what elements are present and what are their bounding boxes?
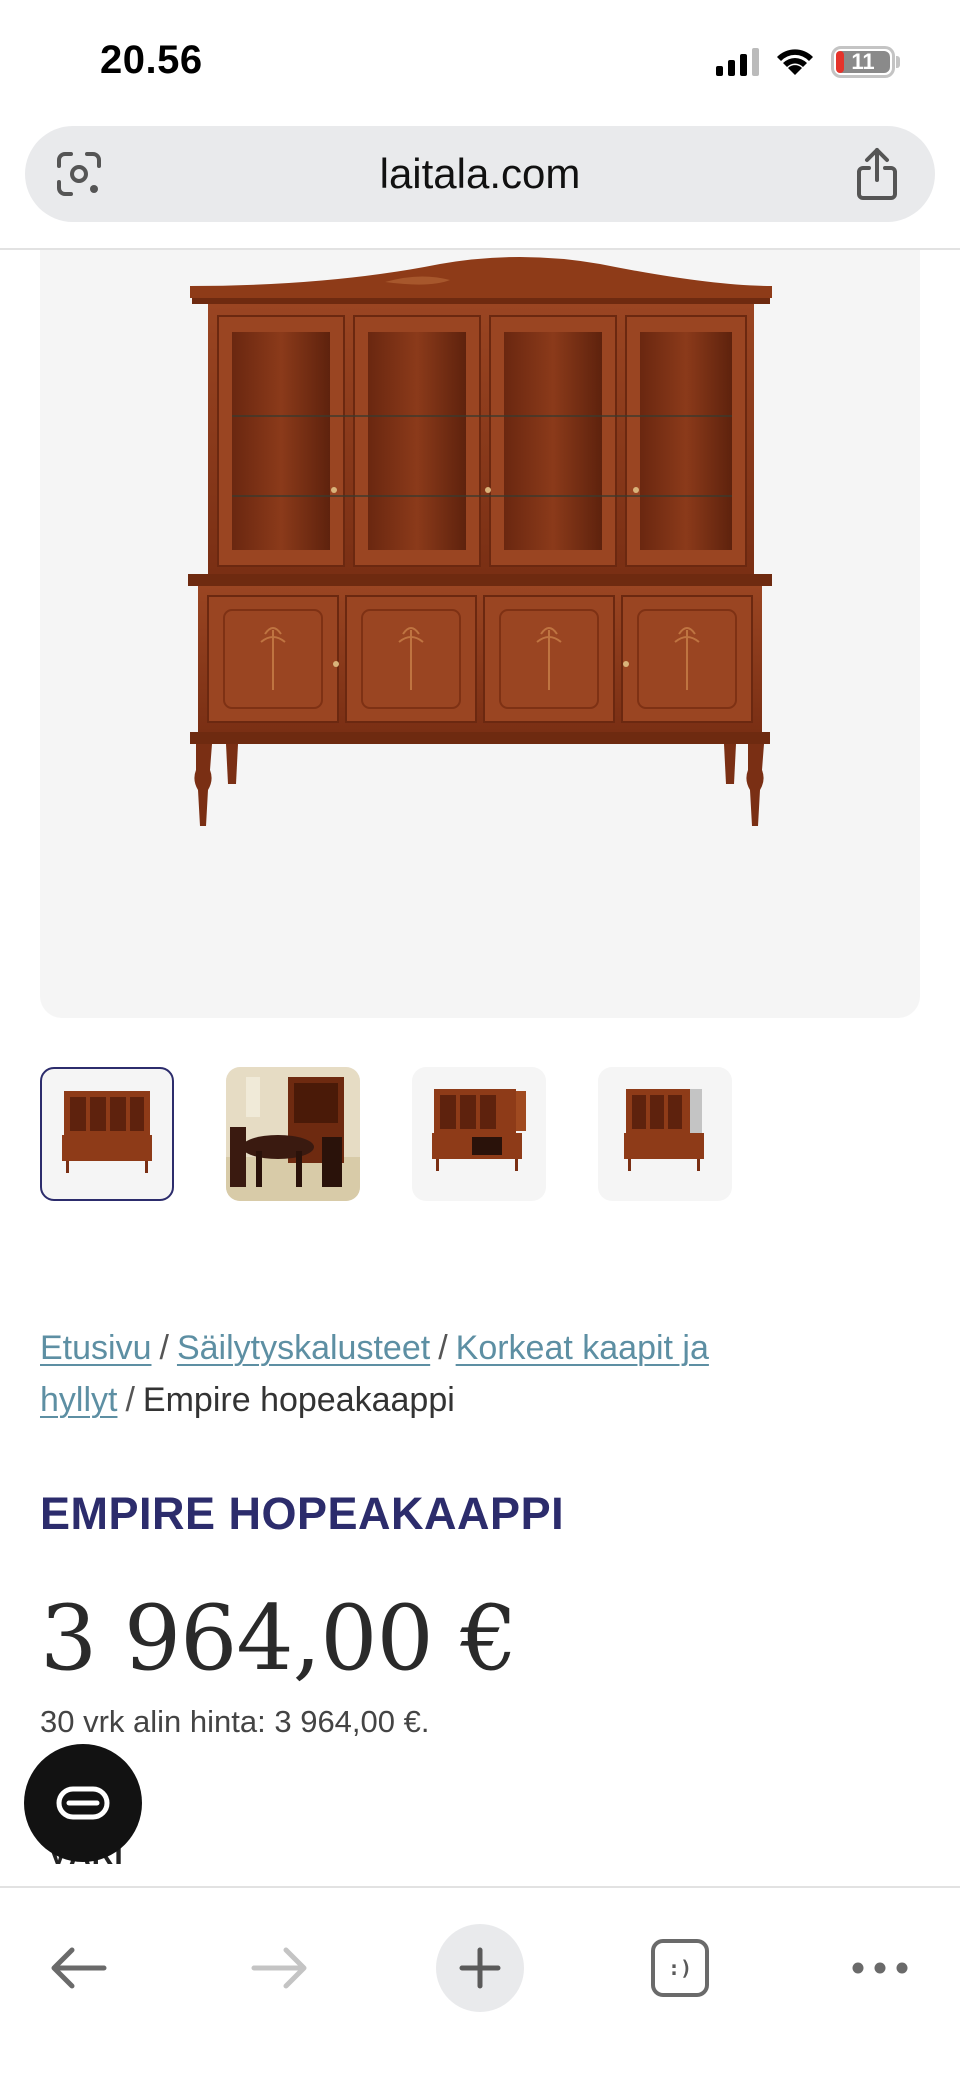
product-title: EMPIRE HOPEAKAAPPI <box>40 1488 565 1539</box>
product-main-image[interactable] <box>40 250 920 1018</box>
thumbnail-cabinet-open-doors[interactable] <box>412 1067 546 1201</box>
breadcrumb-separator: / <box>159 1329 169 1367</box>
browser-toolbar: :) <box>0 1886 960 2078</box>
tabs-icon: :) <box>651 1939 709 1997</box>
tab-glyph: :) <box>667 1956 693 1980</box>
lowest-price-note: 30 vrk alin hinta: 3 964,00 €. <box>40 1704 430 1739</box>
more-button[interactable] <box>836 1924 924 2012</box>
new-tab-plus-icon <box>459 1947 501 1989</box>
new-tab-button[interactable] <box>436 1924 524 2012</box>
thumbnail-cabinet-front[interactable] <box>40 1067 174 1201</box>
tabs-button[interactable]: :) <box>636 1924 724 2012</box>
breadcrumb-link-storage[interactable]: Säilytyskalusteet <box>177 1329 430 1367</box>
product-price: 3 964,00 € <box>40 1586 518 1691</box>
breadcrumb-current: Empire hopeakaappi <box>142 1381 455 1419</box>
cellular-signal-icon <box>716 48 759 76</box>
forward-arrow-icon <box>251 1947 307 1989</box>
breadcrumb: Etusivu / Säilytyskalusteet / Korkeat kaapit… <box>40 1322 900 1426</box>
back-arrow-icon <box>51 1947 107 1989</box>
address-bar[interactable]: laitala.com <box>25 126 935 222</box>
breadcrumb-link-home[interactable]: Etusivu <box>40 1329 152 1367</box>
chat-button[interactable] <box>24 1744 142 1862</box>
breadcrumb-separator: / <box>125 1381 135 1419</box>
chat-bubble-icon <box>56 1786 110 1820</box>
breadcrumb-separator: / <box>438 1329 448 1367</box>
back-button[interactable] <box>34 1924 122 2012</box>
status-icons: 11 <box>716 46 900 78</box>
thumbnail-cabinet-angle[interactable] <box>598 1067 732 1201</box>
url-text[interactable]: laitala.com <box>25 150 935 198</box>
status-time: 20.56 <box>100 38 203 82</box>
wooden-display-cabinet-image <box>188 257 772 826</box>
thumbnail-cabinet-dining-room[interactable] <box>226 1067 360 1201</box>
status-bar: 20.56 11 <box>0 0 960 120</box>
battery-icon: 11 <box>831 46 900 78</box>
share-icon[interactable] <box>853 146 901 202</box>
more-icon <box>852 1962 908 1974</box>
thumbnail-strip <box>40 1067 732 1201</box>
battery-level: 11 <box>851 49 875 74</box>
wifi-icon <box>777 49 813 75</box>
forward-button[interactable] <box>236 1924 324 2012</box>
